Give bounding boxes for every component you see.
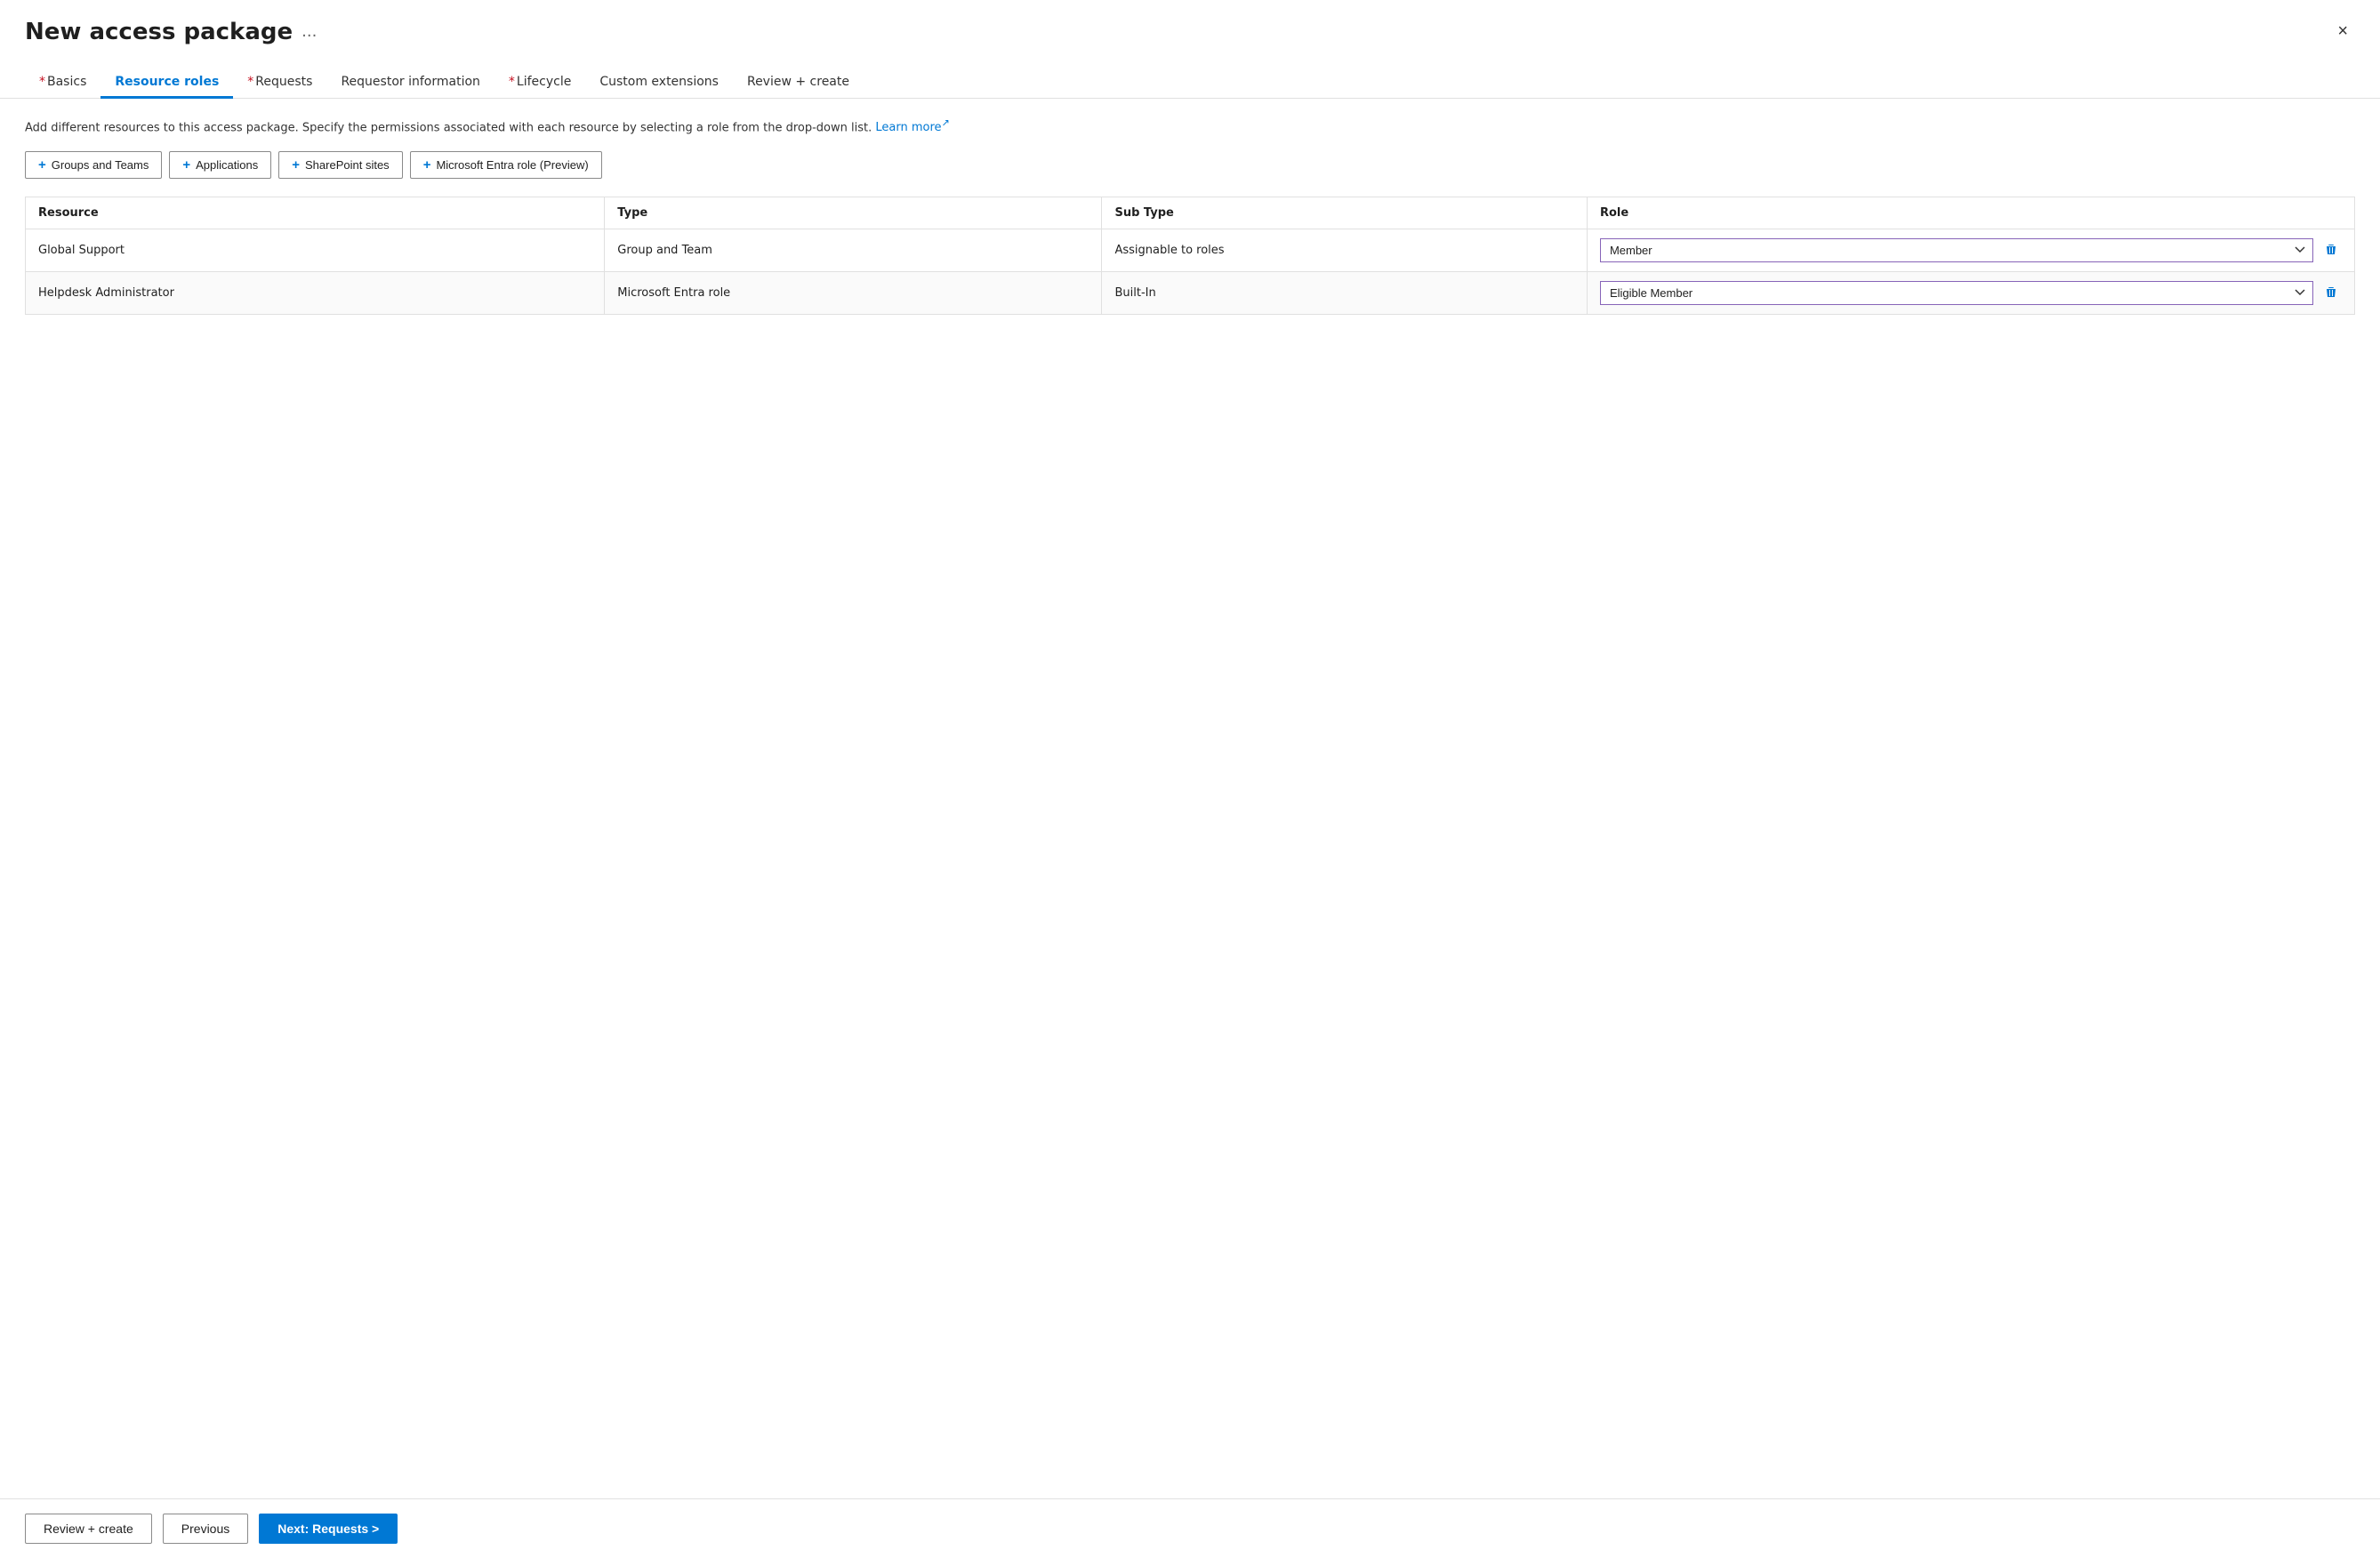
tab-requestor-information[interactable]: Requestor information — [326, 68, 494, 99]
col-header-type: Type — [605, 197, 1102, 229]
description-text: Add different resources to this access p… — [25, 116, 2355, 137]
tabs-container: *Basics Resource roles *Requests Request… — [0, 52, 2380, 99]
resource-subtype-assignable: Assignable to roles — [1102, 229, 1587, 271]
new-access-package-dialog: New access package ... × *Basics Resourc… — [0, 0, 2380, 1558]
resource-type-entra-role: Microsoft Entra role — [605, 271, 1102, 314]
tab-review-create[interactable]: Review + create — [733, 68, 864, 99]
resource-name-helpdesk: Helpdesk Administrator — [26, 271, 605, 314]
plus-icon-applications: + — [182, 157, 190, 173]
resource-type-group-team: Group and Team — [605, 229, 1102, 271]
lifecycle-required-star: * — [509, 75, 515, 89]
role-cell-global-support: Member Owner — [1587, 229, 2354, 271]
tab-lifecycle[interactable]: *Lifecycle — [494, 68, 585, 99]
col-header-resource: Resource — [26, 197, 605, 229]
role-select-global-support[interactable]: Member Owner — [1600, 238, 2313, 262]
action-buttons-container: + Groups and Teams + Applications + Shar… — [25, 151, 2355, 179]
basics-required-star: * — [39, 75, 45, 89]
table-row: Helpdesk Administrator Microsoft Entra r… — [26, 271, 2354, 314]
resources-table-container: Resource Type Sub Type Role Global Suppo… — [25, 197, 2355, 315]
dialog-title: New access package — [25, 19, 293, 45]
content-area: Add different resources to this access p… — [0, 99, 2380, 1498]
dialog-more-button[interactable]: ... — [302, 22, 317, 41]
resources-table: Resource Type Sub Type Role Global Suppo… — [26, 197, 2354, 315]
add-entra-role-button[interactable]: + Microsoft Entra role (Preview) — [410, 151, 602, 179]
resource-subtype-builtin: Built-In — [1102, 271, 1587, 314]
col-header-role: Role — [1587, 197, 2354, 229]
role-select-helpdesk[interactable]: Eligible Member Active Member — [1600, 281, 2313, 305]
add-sharepoint-sites-button[interactable]: + SharePoint sites — [278, 151, 402, 179]
next-requests-button[interactable]: Next: Requests > — [259, 1514, 398, 1544]
tab-basics[interactable]: *Basics — [25, 68, 101, 99]
tab-resource-roles[interactable]: Resource roles — [101, 68, 233, 99]
review-create-button[interactable]: Review + create — [25, 1514, 152, 1544]
plus-icon-groups: + — [38, 157, 46, 173]
table-header-row: Resource Type Sub Type Role — [26, 197, 2354, 229]
requests-required-star: * — [247, 75, 253, 89]
previous-button[interactable]: Previous — [163, 1514, 248, 1544]
learn-more-link[interactable]: Learn more↗ — [875, 121, 949, 134]
tab-requests[interactable]: *Requests — [233, 68, 326, 99]
footer: Review + create Previous Next: Requests … — [0, 1498, 2380, 1558]
close-button[interactable]: × — [2330, 18, 2355, 45]
plus-icon-sharepoint: + — [292, 157, 300, 173]
dialog-header: New access package ... × — [0, 0, 2380, 45]
plus-icon-entra: + — [423, 157, 431, 173]
external-link-icon: ↗ — [942, 117, 950, 129]
resource-name-global-support: Global Support — [26, 229, 605, 271]
delete-button-global-support[interactable] — [2320, 239, 2342, 261]
add-applications-button[interactable]: + Applications — [169, 151, 271, 179]
col-header-subtype: Sub Type — [1102, 197, 1587, 229]
dialog-title-row: New access package ... — [25, 19, 317, 45]
table-row: Global Support Group and Team Assignable… — [26, 229, 2354, 271]
tab-custom-extensions[interactable]: Custom extensions — [585, 68, 733, 99]
delete-button-helpdesk[interactable] — [2320, 282, 2342, 303]
trash-icon-helpdesk — [2324, 285, 2338, 300]
trash-icon-global-support — [2324, 243, 2338, 257]
add-groups-teams-button[interactable]: + Groups and Teams — [25, 151, 162, 179]
role-cell-helpdesk: Eligible Member Active Member — [1587, 271, 2354, 314]
